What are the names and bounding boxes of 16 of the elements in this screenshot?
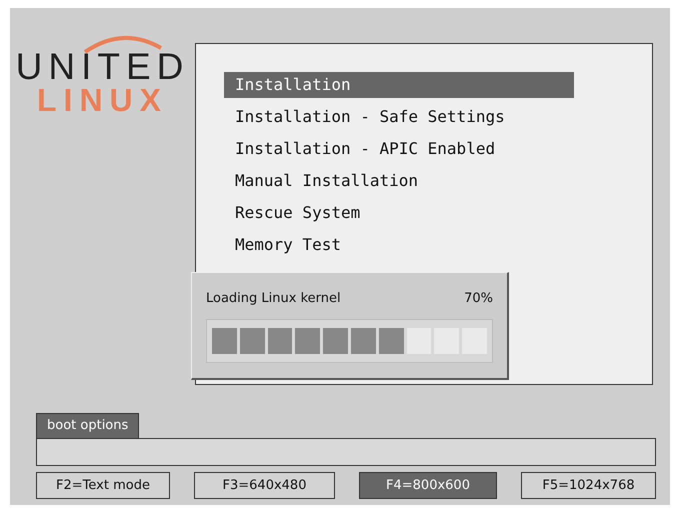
logo-text: UNITED: [16, 50, 190, 84]
function-key-button[interactable]: F2=Text mode: [36, 472, 170, 499]
function-key-button[interactable]: F5=1024x768: [521, 472, 656, 499]
menu-item[interactable]: Installation - APIC Enabled: [224, 136, 565, 162]
function-key-button[interactable]: F4=800x600: [359, 472, 497, 499]
logo-text: LINUX: [37, 84, 168, 116]
function-key-button[interactable]: F3=640x480: [194, 472, 335, 499]
progress-message: Loading Linux kernel: [206, 291, 341, 306]
progress-percent: 70%: [464, 291, 493, 306]
menu-item[interactable]: Installation: [224, 72, 574, 98]
boot-options-field[interactable]: [36, 438, 656, 466]
menu-item[interactable]: Rescue System: [224, 200, 565, 226]
menu-item[interactable]: Manual Installation: [224, 168, 565, 194]
menu-item[interactable]: Memory Test: [224, 232, 565, 258]
menu-item[interactable]: Installation - Safe Settings: [224, 104, 565, 130]
boot-options-label: boot options: [36, 413, 140, 438]
